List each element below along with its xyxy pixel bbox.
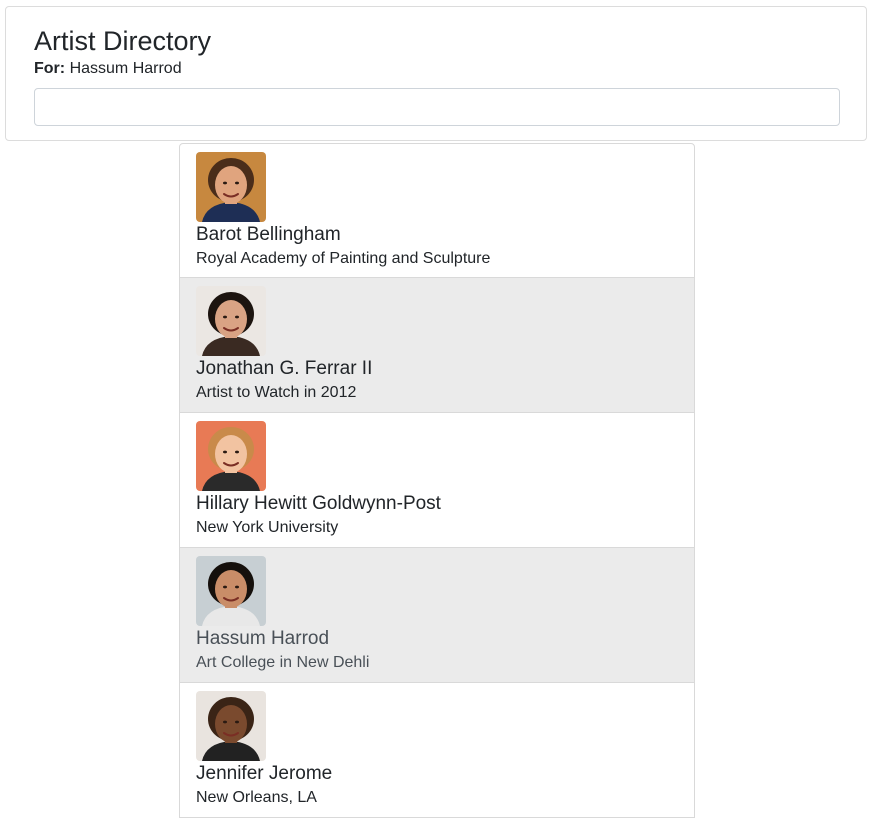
artist-reknown: Royal Academy of Painting and Sculpture	[196, 250, 491, 267]
selected-artist-name: Hassum Harrod	[69, 60, 182, 77]
portrait-image	[196, 152, 266, 222]
header-card: Artist Directory For: Hassum Harrod	[5, 6, 867, 141]
artist-name: Jonathan G. Ferrar II	[196, 358, 373, 379]
artist-list-item[interactable]: Barot Bellingham Royal Academy of Painti…	[179, 143, 695, 278]
artist-avatar	[196, 421, 266, 491]
artist-reknown: Artist to Watch in 2012	[196, 384, 357, 401]
artist-avatar	[196, 691, 266, 761]
artist-list-item[interactable]: Jennifer Jerome New Orleans, LA	[179, 683, 695, 818]
artist-list-item-selected[interactable]: Hassum Harrod Art College in New Dehli	[179, 548, 695, 683]
selected-artist-line: For: Hassum Harrod	[34, 59, 182, 79]
artist-avatar	[196, 556, 266, 626]
artist-list-item[interactable]: Hillary Hewitt Goldwynn-Post New York Un…	[179, 413, 695, 548]
artist-list: Barot Bellingham Royal Academy of Painti…	[179, 143, 695, 820]
artist-reknown: New Orleans, LA	[196, 789, 317, 806]
portrait-image	[196, 556, 266, 626]
search-input[interactable]	[34, 88, 840, 126]
artist-name: Hillary Hewitt Goldwynn-Post	[196, 493, 441, 514]
artist-reknown: Art College in New Dehli	[196, 654, 370, 671]
artist-reknown: New York University	[196, 519, 339, 536]
artist-avatar	[196, 286, 266, 356]
artist-name: Jennifer Jerome	[196, 763, 333, 784]
for-label: For:	[34, 60, 66, 77]
artist-name: Hassum Harrod	[196, 628, 330, 649]
artist-avatar	[196, 152, 266, 222]
artist-list-item[interactable]: Jonathan G. Ferrar II Artist to Watch in…	[179, 278, 695, 413]
portrait-image	[196, 691, 266, 761]
portrait-image	[196, 286, 266, 356]
artist-name: Barot Bellingham	[196, 224, 341, 245]
page-title: Artist Directory	[34, 26, 212, 56]
portrait-image	[196, 421, 266, 491]
